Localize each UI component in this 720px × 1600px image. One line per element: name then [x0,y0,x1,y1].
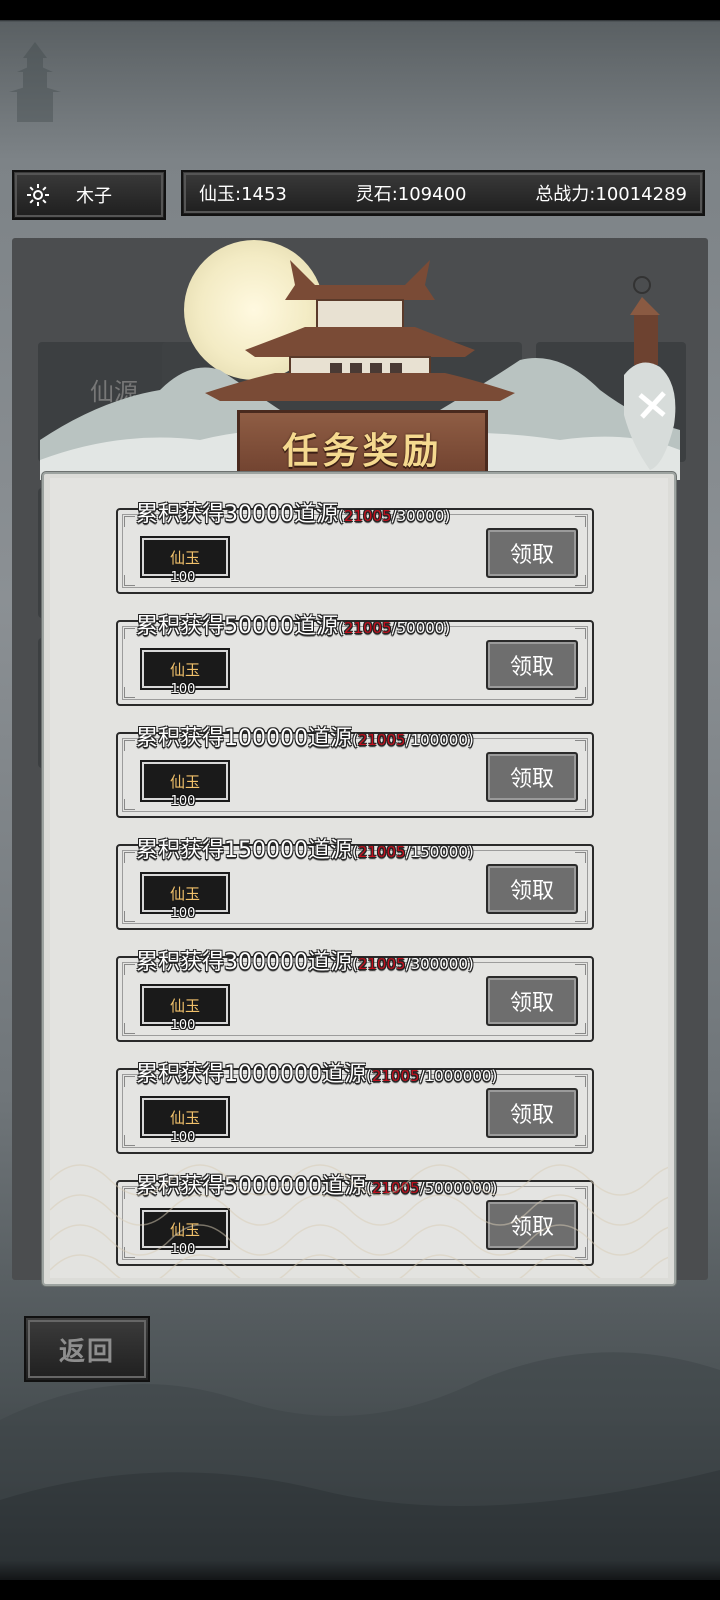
progress-target: /300000) [405,955,474,973]
corner-ornament [124,964,135,975]
task-card: 累积获得100000道源(21005/100000) 仙玉 100 领取 [116,726,594,818]
task-card: 累积获得30000道源(21005/30000) 仙玉 100 领取 [116,502,594,594]
progress-current: 21005 [371,1067,420,1085]
player-info-box[interactable]: 木子 [12,170,166,220]
reward-name: 仙玉 [169,996,200,1015]
navigation-bar [0,1582,720,1600]
progress-target: /1000000) [419,1067,498,1085]
progress-current: 21005 [343,507,392,525]
player-name: 木子 [76,186,112,207]
task-name: 累积获得300000道源 [136,950,352,975]
claim-button[interactable]: 领取 [486,640,578,690]
reward-count: 100 [170,794,196,809]
corner-ornament [124,687,135,698]
reward-name: 仙玉 [169,884,200,903]
task-progress: (21005/150000) [352,843,474,861]
lingshi-count: 灵石:109400 [355,184,467,205]
task-progress: (21005/100000) [352,731,474,749]
corner-ornament [124,1023,135,1034]
task-progress: (21005/50000) [338,619,450,637]
corner-ornament [575,1076,586,1087]
pagoda-silhouette [9,42,61,122]
corner-ornament [124,799,135,810]
task-title: 累积获得1000000道源(21005/1000000) [136,1056,497,1088]
task-name: 累积获得50000道源 [136,614,338,639]
progress-current: 21005 [357,955,406,973]
reward-count: 100 [170,682,196,697]
claim-button[interactable]: 领取 [486,528,578,578]
claim-button[interactable]: 领取 [486,752,578,802]
reward-count: 100 [170,1018,196,1033]
claim-button[interactable]: 领取 [486,976,578,1026]
task-title: 累积获得30000道源(21005/30000) [136,496,450,528]
task-title: 累积获得100000道源(21005/100000) [136,720,474,752]
task-name: 累积获得150000道源 [136,838,352,863]
task-name: 累积获得30000道源 [136,502,338,527]
corner-ornament [124,911,135,922]
reward-name: 仙玉 [169,660,200,679]
bottom-mountains [0,1352,720,1580]
reward-name: 仙玉 [169,1108,200,1127]
corner-ornament [575,628,586,639]
task-title: 累积获得300000道源(21005/300000) [136,944,474,976]
task-title: 累积获得150000道源(21005/150000) [136,832,474,864]
gear-icon[interactable] [26,183,50,207]
progress-current: 21005 [343,619,392,637]
task-title: 累积获得50000道源(21005/50000) [136,608,450,640]
task-progress: (21005/1000000) [366,1067,497,1085]
close-icon[interactable] [620,275,682,475]
currency-bar: 仙玉:1453 灵石:109400 总战力:10014289 [181,170,705,216]
reward-count: 100 [170,906,196,921]
dialog-title: 任务奖励 [282,431,443,472]
corner-ornament [124,516,135,527]
corner-ornament [124,1076,135,1087]
progress-target: /100000) [405,731,474,749]
task-progress: (21005/300000) [352,955,474,973]
corner-ornament [124,740,135,751]
reward-name: 仙玉 [169,772,200,791]
corner-ornament [124,575,135,586]
corner-ornament [575,964,586,975]
progress-target: /50000) [391,619,451,637]
status-bar [0,0,720,20]
corner-ornament [575,852,586,863]
corner-ornament [575,740,586,751]
claim-button[interactable]: 领取 [486,1088,578,1138]
reward-name: 仙玉 [169,548,200,567]
progress-target: /150000) [405,843,474,861]
task-card: 累积获得300000道源(21005/300000) 仙玉 100 领取 [116,950,594,1042]
wave-pattern [50,1164,668,1278]
corner-ornament [575,516,586,527]
progress-target: /30000) [391,507,451,525]
task-name: 累积获得1000000道源 [136,1062,366,1087]
total-power: 总战力:10014289 [535,184,687,205]
claim-button[interactable]: 领取 [486,864,578,914]
reward-count: 100 [170,570,196,585]
corner-ornament [124,628,135,639]
task-name: 累积获得100000道源 [136,726,352,751]
task-card: 累积获得50000道源(21005/50000) 仙玉 100 领取 [116,614,594,706]
corner-ornament [124,852,135,863]
progress-current: 21005 [357,843,406,861]
xianyu-count: 仙玉:1453 [199,184,287,205]
task-progress: (21005/30000) [338,507,450,525]
progress-current: 21005 [357,731,406,749]
task-card: 累积获得150000道源(21005/150000) 仙玉 100 领取 [116,838,594,930]
